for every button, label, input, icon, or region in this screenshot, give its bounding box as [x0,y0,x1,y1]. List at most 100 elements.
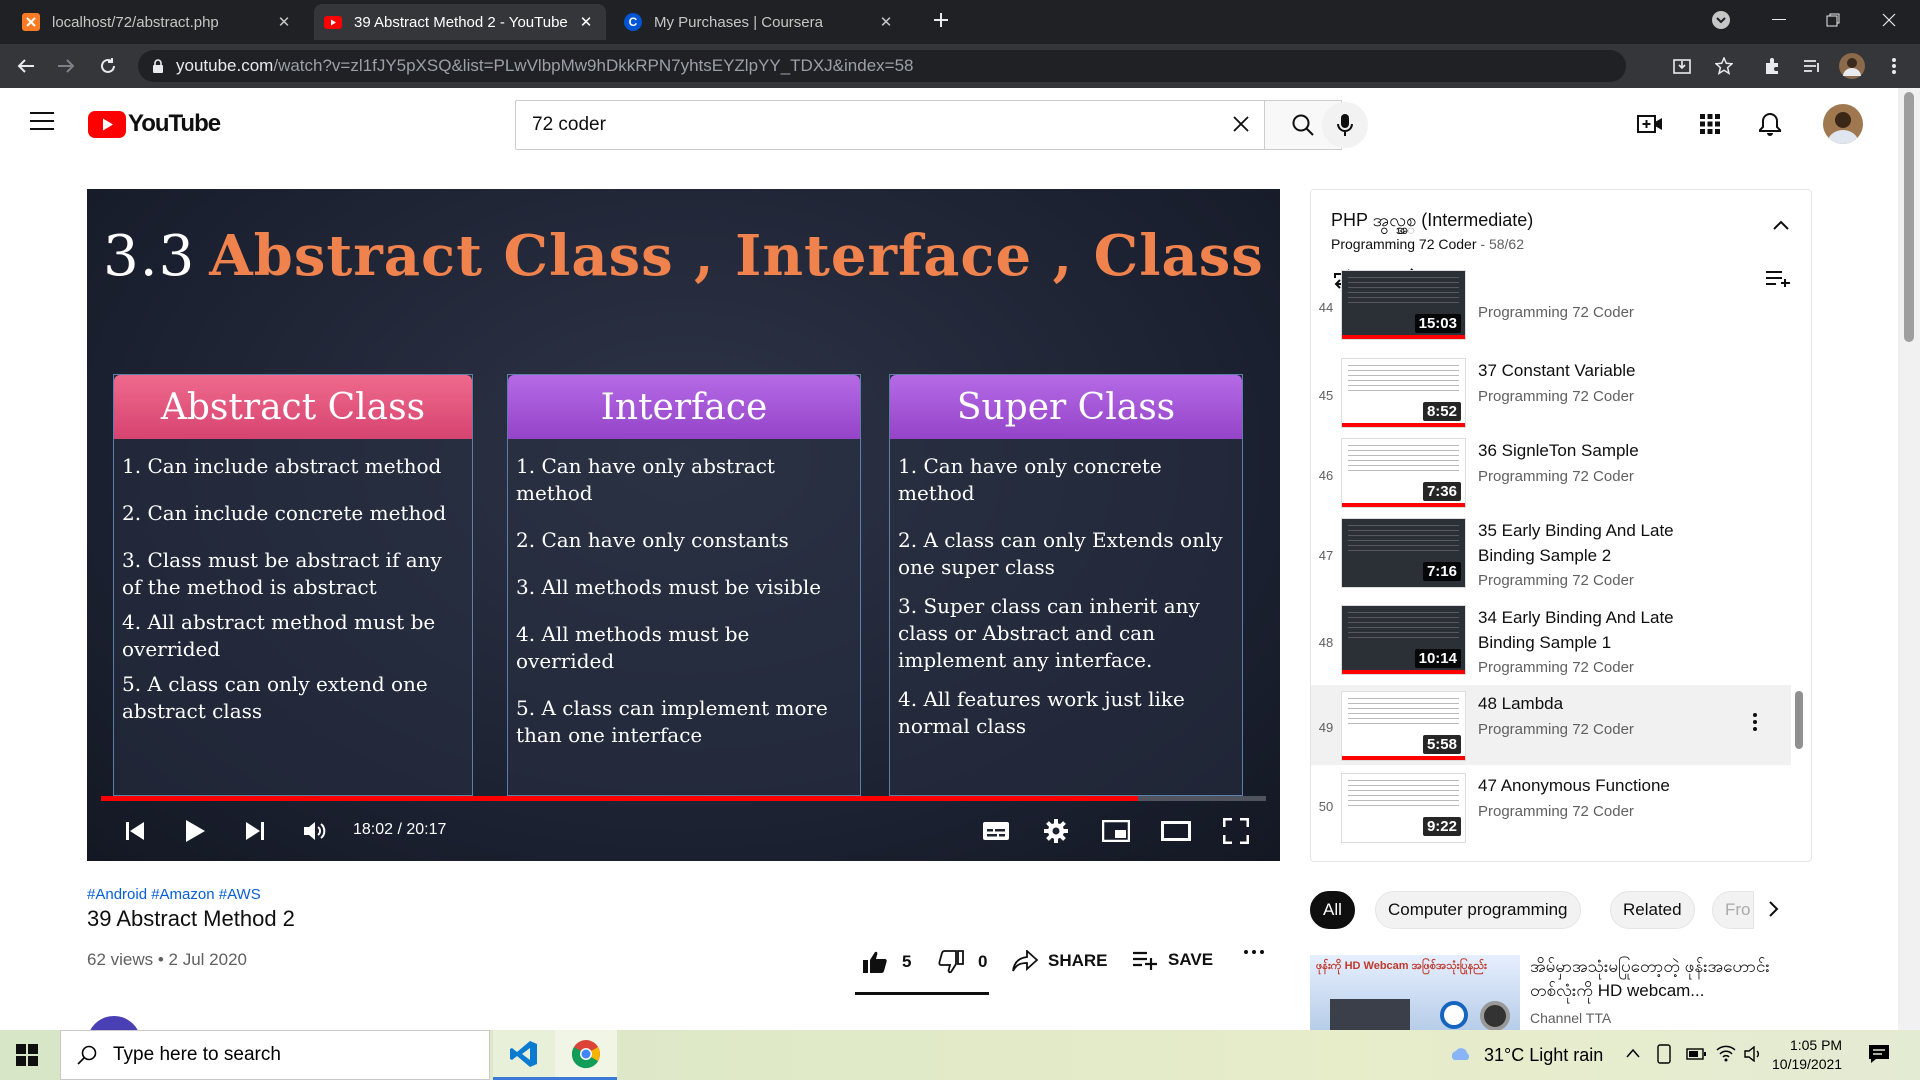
close-icon[interactable]: ✕ [576,13,596,31]
windows-start-icon[interactable] [16,1044,38,1066]
bookmark-star-icon[interactable] [1710,52,1738,80]
more-actions-icon[interactable] [1244,950,1264,954]
item-menu-icon[interactable] [1753,713,1757,731]
tab-coursera[interactable]: C My Purchases | Coursera ✕ [614,6,906,38]
tab-localhost[interactable]: localhost/72/abstract.php ✕ [12,6,304,38]
new-tab-icon[interactable] [918,6,964,34]
playlist-item-title: 48 Lambda [1478,694,1564,713]
channel-avatar[interactable] [87,1016,147,1030]
volume-icon[interactable] [297,813,333,849]
playlist-item[interactable]: 46 7:36 36 SignleTon Sample Programming … [1311,438,1791,518]
like-button[interactable]: 5 [862,950,911,974]
next-icon[interactable] [237,813,273,849]
playlist-item[interactable]: 44 15:03 Programming 72 Coder [1311,270,1791,340]
time-display: 18:02 / 20:17 [353,821,447,838]
chrome-icon [571,1039,600,1068]
wifi-icon[interactable] [1716,1044,1736,1062]
chrome-app[interactable] [555,1030,617,1080]
subtitles-icon[interactable] [978,813,1014,849]
coursera-icon: C [624,13,642,31]
miniplayer-icon[interactable] [1098,813,1134,849]
dislike-count: 0 [978,952,988,971]
list-item: 5. A class can only extend one abstract … [122,672,428,723]
search-input[interactable]: 72 coder [515,100,1265,150]
page-scrollbar[interactable] [1898,88,1920,1030]
minimize-icon[interactable] [1756,6,1802,34]
playlist-item[interactable]: 45 8:52 37 Constant Variable Programming… [1311,358,1791,438]
previous-icon[interactable] [117,813,153,849]
duration-badge: 10:14 [1414,649,1461,668]
scrollbar-thumb[interactable] [1904,92,1914,342]
video-player[interactable]: 3.3 Abstract Class , Interface , Class Ab… [87,189,1280,861]
play-icon[interactable] [177,813,213,849]
install-icon[interactable] [1668,52,1696,80]
account-avatar[interactable] [1823,104,1863,144]
close-icon[interactable]: ✕ [274,13,294,31]
speaker-icon[interactable] [1744,1046,1764,1062]
video-frame: 3.3 Abstract Class , Interface , Class Ab… [87,189,1280,861]
clock-time: 1:05 PM [1789,1037,1843,1053]
youtube-logo[interactable]: YouTube [88,110,221,138]
video-hashtags[interactable]: #Android #Amazon #AWS [87,886,261,903]
thumbs-up-icon [863,951,887,973]
reading-list-icon[interactable] [1798,52,1826,80]
dislike-button[interactable]: 0 [938,950,987,974]
profile-avatar[interactable] [1838,52,1866,80]
taskbar-clock[interactable]: 1:05 PM 10/19/2021 [1772,1036,1842,1074]
extensions-icon[interactable] [1758,52,1786,80]
taskbar-search[interactable]: Type here to search [60,1030,490,1080]
voice-search-button[interactable] [1322,102,1368,148]
collapse-chevron-icon[interactable] [1773,220,1789,230]
playlist-scrollbar[interactable] [1795,691,1803,749]
notifications-bell-icon[interactable] [1754,108,1786,140]
fullscreen-icon[interactable] [1218,813,1254,849]
forward-icon[interactable] [52,52,80,80]
device-icon[interactable] [1656,1044,1672,1064]
chrome-menu-icon[interactable] [1880,52,1908,80]
list-item: 3. Class must be abstract if any of the … [122,548,442,599]
super-class-card: Super Class 1. Can have only concrete me… [889,374,1243,796]
recommended-thumbnail[interactable]: ဖုန်းကို HD Webcam အဖြစ်အသုံးပြုနည်း [1310,955,1520,1030]
create-video-icon[interactable] [1634,108,1666,140]
recommended-title[interactable]: အိမ်မှာအသုံးမပြုတော့တဲ့ ဖုန်းအဟောင်းတစ်လ… [1530,955,1800,1003]
battery-icon[interactable] [1686,1048,1706,1060]
person-graphic [1330,999,1410,1030]
browser-toolbar: youtube.com/watch?v=zl1fJY5pXSQ&list=PLw… [0,44,1920,88]
tab-youtube[interactable]: 39 Abstract Method 2 - YouTube ✕ [314,4,606,40]
playlist-item[interactable]: 47 7:16 35 Early Binding And Late Bindin… [1311,518,1791,604]
chip-computer-programming[interactable]: Computer programming [1375,891,1581,929]
chip-from[interactable]: Fro [1712,891,1754,929]
playlist-menu-icon[interactable] [1765,270,1791,288]
playlist-channel[interactable]: Programming 72 Coder [1331,236,1477,252]
theater-mode-icon[interactable] [1158,813,1194,849]
tab-search-icon[interactable] [1698,6,1744,34]
reload-icon[interactable] [94,52,122,80]
url-text: youtube.com/watch?v=zl1fJY5pXSQ&list=PLw… [176,56,914,75]
chevron-up-icon[interactable] [1626,1048,1640,1058]
chip-all[interactable]: All [1310,891,1355,929]
share-button[interactable]: SHARE [1012,950,1108,972]
vscode-app[interactable] [493,1030,555,1080]
close-icon[interactable]: ✕ [876,13,896,31]
settings-gear-icon[interactable] [1038,813,1074,849]
playlist-item[interactable]: 48 10:14 34 Early Binding And Late Bindi… [1311,605,1791,691]
list-item: 4. All features work just like normal cl… [898,687,1185,738]
chips-next-icon[interactable] [1768,900,1780,918]
playlist-index: 46 [1318,468,1334,483]
playlist-item[interactable]: 50 9:22 47 Anonymous Functione Programmi… [1311,773,1791,853]
weather-text[interactable]: 31°C Light rain [1484,1045,1603,1066]
hamburger-menu-icon[interactable] [30,112,54,130]
playlist-title[interactable]: PHP အွလ္ပ္အစ္ (Intermediate) [1331,208,1533,235]
address-bar[interactable]: youtube.com/watch?v=zl1fJY5pXSQ&list=PLw… [138,50,1626,82]
playlist-item-hovered[interactable]: 49 5:58 48 Lambda Programming 72 Coder [1311,685,1791,765]
back-icon[interactable] [12,52,40,80]
chip-related[interactable]: Related [1610,891,1695,929]
save-button[interactable]: SAVE [1132,950,1213,970]
notification-center-icon[interactable] [1868,1044,1890,1064]
youtube-icon [324,13,342,31]
clear-search-icon[interactable] [1232,115,1250,133]
restore-icon[interactable] [1810,6,1856,34]
recommended-channel[interactable]: Channel TTA [1530,1010,1611,1026]
window-close-icon[interactable] [1866,6,1912,34]
apps-grid-icon[interactable] [1694,108,1726,140]
